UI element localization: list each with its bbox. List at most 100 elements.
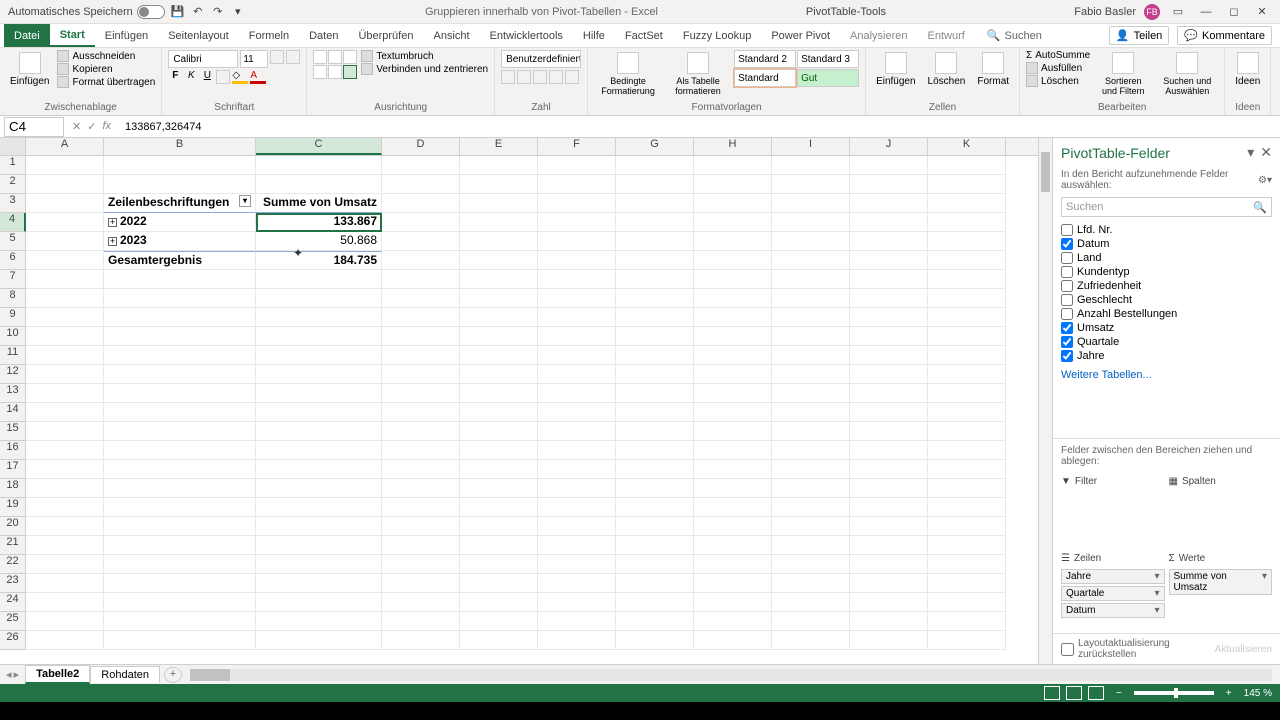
cell[interactable] [382, 612, 460, 631]
cell[interactable] [772, 251, 850, 270]
cell[interactable] [928, 498, 1006, 517]
col-header[interactable]: F [538, 138, 616, 155]
row-header[interactable]: 25 [0, 612, 26, 631]
cell[interactable] [928, 536, 1006, 555]
cell[interactable] [616, 384, 694, 403]
cell[interactable] [26, 631, 104, 650]
cell[interactable] [104, 403, 256, 422]
cell[interactable] [26, 308, 104, 327]
expand-icon[interactable]: + [108, 218, 117, 227]
minimize-icon[interactable]: — [1196, 6, 1216, 18]
cell[interactable] [460, 422, 538, 441]
italic-button[interactable]: K [184, 70, 198, 84]
cell[interactable] [26, 498, 104, 517]
cell[interactable] [26, 213, 104, 232]
cell[interactable] [104, 327, 256, 346]
expand-icon[interactable]: + [108, 237, 117, 246]
cell[interactable] [772, 308, 850, 327]
maximize-icon[interactable]: ◻ [1224, 5, 1244, 18]
row-header[interactable]: 15 [0, 422, 26, 441]
clear-button[interactable]: Löschen [1026, 75, 1090, 87]
zoom-in-button[interactable]: + [1226, 688, 1232, 699]
find-select-button[interactable]: Suchen und Auswählen [1156, 50, 1218, 98]
bold-button[interactable]: F [168, 70, 182, 84]
cell[interactable] [538, 555, 616, 574]
cell[interactable] [772, 327, 850, 346]
cell[interactable] [104, 365, 256, 384]
sheet-nav-next-icon[interactable]: ▸ [14, 668, 20, 681]
cell[interactable] [256, 403, 382, 422]
cell[interactable] [850, 308, 928, 327]
row-header[interactable]: 13 [0, 384, 26, 403]
cell[interactable] [928, 403, 1006, 422]
ribbon-options-icon[interactable]: ▭ [1168, 5, 1188, 18]
cell[interactable] [26, 612, 104, 631]
cell[interactable] [616, 194, 694, 213]
cell[interactable] [460, 441, 538, 460]
underline-button[interactable]: U [200, 70, 214, 84]
cell[interactable] [256, 422, 382, 441]
cell[interactable] [26, 460, 104, 479]
row-header[interactable]: 17 [0, 460, 26, 479]
cell[interactable] [256, 384, 382, 403]
row-header[interactable]: 21 [0, 536, 26, 555]
cell[interactable] [26, 479, 104, 498]
field-search-input[interactable]: Suchen 🔍 [1061, 197, 1272, 217]
cell[interactable] [694, 232, 772, 251]
row-header[interactable]: 2 [0, 175, 26, 194]
field-item[interactable]: Umsatz [1061, 321, 1272, 335]
cell[interactable] [538, 441, 616, 460]
spreadsheet-grid[interactable]: A B C D E F G H I J K 123Zeilenbeschrift… [0, 138, 1052, 664]
cell[interactable] [382, 156, 460, 175]
row-header[interactable]: 4 [0, 213, 26, 232]
cell[interactable] [382, 517, 460, 536]
row-header[interactable]: 24 [0, 593, 26, 612]
style-standard2[interactable]: Standard 2 [734, 50, 796, 68]
row-header[interactable]: 14 [0, 403, 26, 422]
style-gut[interactable]: Gut [797, 69, 859, 87]
cell[interactable] [928, 612, 1006, 631]
cell[interactable] [538, 498, 616, 517]
col-header[interactable]: A [26, 138, 104, 155]
cell[interactable] [104, 441, 256, 460]
cell[interactable] [104, 460, 256, 479]
style-standard3[interactable]: Standard 3 [797, 50, 859, 68]
cell[interactable] [694, 574, 772, 593]
col-header[interactable]: H [694, 138, 772, 155]
cell[interactable] [928, 194, 1006, 213]
row-header[interactable]: 8 [0, 289, 26, 308]
cell[interactable] [460, 536, 538, 555]
format-painter-button[interactable]: Format übertragen [57, 76, 155, 88]
cell[interactable] [850, 384, 928, 403]
area-chip[interactable]: Datum▾ [1061, 603, 1165, 618]
cell[interactable] [772, 175, 850, 194]
cell[interactable] [256, 270, 382, 289]
fill-color-button[interactable]: ◇ [232, 70, 248, 84]
cell[interactable] [104, 422, 256, 441]
cell[interactable] [256, 156, 382, 175]
cell[interactable] [772, 593, 850, 612]
cell[interactable] [256, 327, 382, 346]
decrease-decimal-button[interactable] [565, 70, 579, 84]
update-button[interactable]: Aktualisieren [1215, 644, 1272, 655]
cell[interactable] [382, 384, 460, 403]
view-pagebreak-button[interactable] [1088, 686, 1104, 700]
cell[interactable] [772, 194, 850, 213]
cell[interactable] [694, 517, 772, 536]
cell[interactable] [772, 384, 850, 403]
cell[interactable] [850, 422, 928, 441]
sort-filter-button[interactable]: Sortieren und Filtern [1094, 50, 1152, 98]
cell[interactable] [538, 289, 616, 308]
cell[interactable] [460, 479, 538, 498]
cell[interactable] [538, 574, 616, 593]
row-header[interactable]: 5 [0, 232, 26, 251]
cell[interactable] [850, 441, 928, 460]
conditional-format-button[interactable]: Bedingte Formatierung [594, 50, 662, 98]
cell[interactable] [616, 441, 694, 460]
cell[interactable] [104, 517, 256, 536]
more-tables-link[interactable]: Weitere Tabellen... [1053, 365, 1280, 385]
cell[interactable] [538, 403, 616, 422]
cell[interactable] [694, 479, 772, 498]
cell[interactable] [850, 156, 928, 175]
area-chip[interactable]: Summe von Umsatz▾ [1169, 569, 1273, 595]
